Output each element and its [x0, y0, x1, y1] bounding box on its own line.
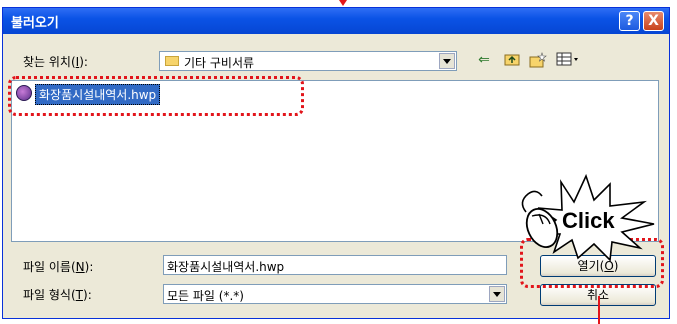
file-name-input[interactable]: 화장품시설내역서.hwp: [163, 255, 507, 275]
file-name-label-key: N: [75, 260, 85, 274]
dialog-title: 불러오기: [11, 16, 59, 31]
annotation-arrow-top: [339, 0, 347, 6]
file-type-label-key: T: [75, 288, 84, 302]
chevron-down-icon[interactable]: [439, 53, 455, 69]
help-button[interactable]: ?: [619, 11, 640, 31]
file-name-value: 화장품시설내역서.hwp: [167, 260, 285, 274]
file-type-value: 모든 파일 (*.*): [167, 289, 244, 303]
look-in-label-prefix: 찾는 위치(: [23, 55, 76, 69]
close-button[interactable]: X: [643, 11, 664, 31]
back-arrow-icon[interactable]: ⇐: [475, 52, 493, 68]
view-menu-icon[interactable]: [555, 52, 581, 68]
up-folder-icon[interactable]: [503, 52, 521, 68]
file-name-field-label: 파일 이름(N):: [23, 258, 93, 275]
file-name-label-suffix: ):: [84, 260, 94, 274]
look-in-dropdown[interactable]: 기타 구비서류: [159, 51, 457, 71]
look-in-value: 기타 구비서류: [184, 56, 255, 70]
annotation-arrow-bottom: [598, 296, 600, 324]
chevron-down-icon[interactable]: [489, 286, 505, 302]
file-type-label-suffix: ):: [83, 288, 92, 302]
folder-icon: [165, 56, 179, 66]
file-name-label-prefix: 파일 이름(: [23, 260, 76, 274]
look-in-label-suffix: ):: [79, 55, 88, 69]
look-in-label: 찾는 위치(I):: [23, 53, 88, 70]
file-type-field-label: 파일 형식(T):: [23, 286, 92, 303]
file-type-select[interactable]: 모든 파일 (*.*): [163, 284, 507, 304]
click-annotation-label: Click: [562, 208, 615, 233]
file-type-label-prefix: 파일 형식(: [23, 288, 76, 302]
new-folder-icon[interactable]: [529, 52, 547, 68]
file-highlight-annotation: [8, 76, 304, 116]
title-bar[interactable]: 불러오기 ? X: [3, 8, 669, 34]
